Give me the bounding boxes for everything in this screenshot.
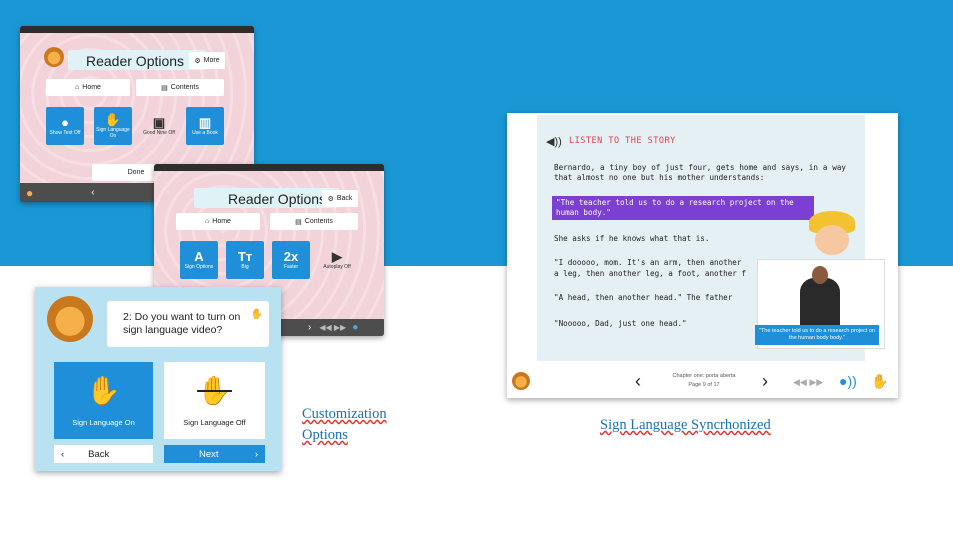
- autoplay-tile-label: Autoplay Off: [323, 264, 351, 270]
- sign-language-on-label: Sign Language On: [72, 418, 135, 427]
- speaker-person-icon: ●: [61, 115, 69, 130]
- sign-language-on-option[interactable]: ✋ Sign Language On: [54, 362, 153, 439]
- prev-page-arrow[interactable]: ‹: [635, 371, 641, 392]
- story-paragraph-3b: a leg, then another leg, a foot, another…: [554, 269, 747, 278]
- sign-hands-icon: ✋: [104, 112, 122, 127]
- face: [815, 225, 849, 255]
- chevron-right-icon: ›: [254, 448, 258, 460]
- sign-language-off-option[interactable]: ✋ Sign Language Off: [164, 362, 265, 439]
- back-button-label: Back: [336, 195, 353, 202]
- sign-language-caption: Sign Language Syncrhonized: [600, 417, 771, 433]
- contents-button[interactable]: ▤ Contents: [136, 79, 224, 96]
- rewind-forward-icon-3[interactable]: ◀◀ ▶▶: [793, 377, 823, 388]
- wizard-next-label: Next: [199, 448, 219, 460]
- options-title: Reader Options: [86, 53, 185, 69]
- page-number: Page 9 of 17: [688, 382, 720, 388]
- use-book-tile[interactable]: ▥ Use a Book: [186, 107, 224, 145]
- back-button[interactable]: ⚙ Back: [322, 190, 358, 207]
- lion-icon: [44, 47, 64, 67]
- contents-label-2: Contents: [304, 218, 333, 225]
- sign-options-tile-label: Sign Options: [184, 264, 214, 270]
- story-reader-screenshot: ◀)) LISTEN TO THE STORY Bernardo, a tiny…: [507, 113, 898, 398]
- book-icon-2: ▤: [295, 218, 302, 226]
- sign-language-tile-label: Sign Language On: [96, 127, 130, 139]
- speed-icon: 2x: [283, 249, 299, 264]
- story-paragraph-2: She asks if he knows what that is.: [554, 234, 710, 243]
- status-bar: [20, 26, 254, 33]
- chat-icon: ▣: [152, 115, 166, 130]
- slide: Reader Options ⚙ More ⌂ Home ▤ Contents ● Sh…: [0, 0, 953, 538]
- gear-icon: ⚙: [194, 57, 201, 65]
- customization-caption: Customization Options: [302, 406, 387, 443]
- person-speaker-icon-3[interactable]: ●)): [839, 373, 857, 389]
- home-icon-2: ⌂: [205, 218, 210, 225]
- play-icon: ▶: [332, 249, 342, 264]
- rewind-forward-icon-2[interactable]: ◀◀ ▶▶: [319, 323, 346, 332]
- home-icon: ⌂: [75, 84, 80, 91]
- story-paragraph-4: "A head, then another head." The father: [554, 293, 733, 302]
- home-button-2[interactable]: ⌂ Home: [176, 213, 260, 230]
- person-speaker-icon-2[interactable]: ●: [352, 322, 358, 333]
- signer-head: [812, 266, 828, 284]
- use-book-tile-label: Use a Book: [192, 130, 218, 136]
- video-subtitle: "The teacher told us to do a research pr…: [755, 325, 879, 345]
- story-paragraph-5: "Nooooo, Dad, just one head.": [554, 319, 687, 328]
- prev-arrow-icon[interactable]: ‹: [91, 187, 94, 198]
- more-button[interactable]: ⚙ More: [189, 52, 225, 69]
- sign-hands-nav-icon[interactable]: ✋: [871, 373, 888, 390]
- contents-label: Contents: [170, 84, 199, 91]
- story-paragraph-1: Bernardo, a tiny boy of just four, gets …: [554, 163, 846, 182]
- question-text: 2: Do you want to turn on sign language …: [123, 311, 241, 336]
- more-button-label: More: [203, 57, 220, 64]
- contents-button-2[interactable]: ▤ Contents: [270, 213, 358, 230]
- gear-icon-2: ⚙: [327, 195, 334, 203]
- home-label-2: Home: [212, 218, 231, 225]
- big-text-tile-label: Big: [241, 264, 249, 270]
- speaker-icon[interactable]: ◀)): [546, 135, 562, 148]
- sign-language-tile[interactable]: ✋ Sign Language On: [94, 107, 132, 145]
- wizard-next-button[interactable]: Next ›: [164, 445, 265, 463]
- boy-illustration: [805, 209, 865, 259]
- sign-hands-small-icon: ✋: [250, 309, 263, 320]
- question-card: 2: Do you want to turn on sign language …: [107, 301, 269, 347]
- lion-nav-icon[interactable]: [512, 372, 530, 390]
- autoplay-tile[interactable]: ▶ Autoplay Off: [318, 241, 356, 279]
- text-size-icon: Tт: [237, 249, 253, 264]
- wizard-back-button[interactable]: ‹ Back: [54, 445, 153, 463]
- next-page-arrow[interactable]: ›: [762, 371, 768, 392]
- lion-icon-large: [47, 296, 93, 342]
- sign-language-wizard: 2: Do you want to turn on sign language …: [35, 287, 281, 471]
- lion-small-icon: ●: [26, 185, 34, 200]
- big-text-tile[interactable]: Tт Big: [226, 241, 264, 279]
- sign-options-tile[interactable]: A Sign Options: [180, 241, 218, 279]
- faster-tile-label: Faster: [283, 264, 299, 270]
- good-nine-tile[interactable]: ▣ Good Nine Off: [140, 107, 178, 145]
- book-icon: ▤: [161, 84, 168, 92]
- next-arrow-icon-2[interactable]: ›: [308, 322, 311, 333]
- show-text-tile-label: Show Text Off: [49, 130, 81, 136]
- options-background: Reader Options ⚙ More ⌂ Home ▤ Contents ● Sh…: [20, 33, 254, 183]
- listen-label[interactable]: LISTEN TO THE STORY: [569, 136, 676, 146]
- status-bar-2: [154, 164, 384, 171]
- letter-a-icon: A: [194, 249, 204, 264]
- wizard-back-label: Back: [88, 448, 110, 460]
- story-paragraph-3a: "I dooooo, mom. It's an arm, then anothe…: [554, 258, 742, 267]
- home-label: Home: [82, 84, 101, 91]
- chapter-title: Chapter one: porta aberta: [672, 373, 736, 379]
- options-title-2: Reader Options: [228, 191, 327, 207]
- done-label: Done: [127, 169, 145, 176]
- good-nine-tile-label: Good Nine Off: [143, 130, 175, 136]
- chevron-left-icon: ‹: [61, 448, 65, 460]
- sign-hands-off-icon: ✋: [197, 375, 232, 406]
- faster-tile[interactable]: 2x Faster: [272, 241, 310, 279]
- book-tile-icon: ▥: [198, 115, 212, 130]
- sign-hands-icon-large: ✋: [86, 375, 121, 406]
- home-button[interactable]: ⌂ Home: [46, 79, 130, 96]
- highlighted-sentence: "The teacher told us to do a research pr…: [552, 196, 814, 220]
- sign-language-off-label: Sign Language Off: [183, 418, 246, 427]
- reader-nav-bar: ‹ Chapter one: porta aberta Page 9 of 17…: [507, 369, 898, 398]
- show-text-tile[interactable]: ● Show Text Off: [46, 107, 84, 145]
